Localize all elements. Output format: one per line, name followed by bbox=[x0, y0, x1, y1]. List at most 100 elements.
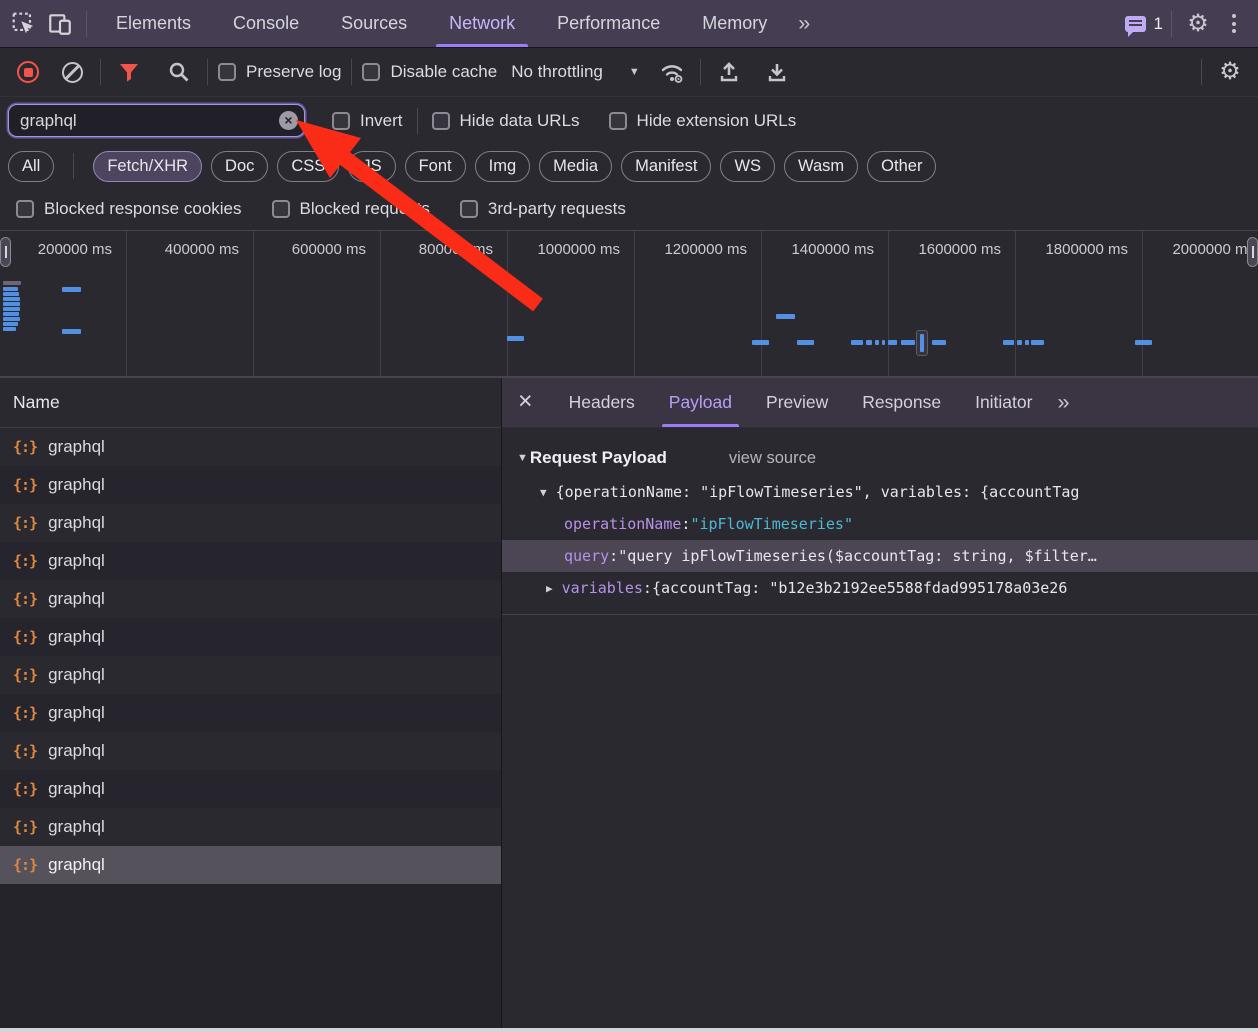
tab-initiator[interactable]: Initiator bbox=[958, 378, 1049, 427]
name-column-header[interactable]: Name bbox=[0, 378, 501, 428]
tab-memory[interactable]: Memory bbox=[681, 0, 788, 47]
chip-img[interactable]: Img bbox=[475, 151, 531, 182]
import-har-icon[interactable] bbox=[711, 54, 747, 90]
view-source-link[interactable]: view source bbox=[729, 449, 816, 468]
network-overview-timeline[interactable]: 200000 ms400000 ms600000 ms800000 ms1000… bbox=[0, 231, 1258, 378]
waterfall-bar[interactable] bbox=[1003, 340, 1014, 345]
record-network-log-button[interactable] bbox=[10, 54, 46, 90]
hide-data-urls-checkbox[interactable]: Hide data URLs bbox=[432, 111, 580, 131]
clear-filter-icon[interactable]: × bbox=[279, 111, 298, 130]
waterfall-bar[interactable] bbox=[920, 334, 924, 352]
clear-network-log-button[interactable] bbox=[54, 54, 90, 90]
tab-network[interactable]: Network bbox=[428, 0, 536, 47]
waterfall-bar[interactable] bbox=[1025, 340, 1029, 345]
network-filter-input[interactable] bbox=[8, 104, 305, 137]
waterfall-bar[interactable] bbox=[62, 287, 81, 292]
chip-manifest[interactable]: Manifest bbox=[621, 151, 711, 182]
throttling-select[interactable]: No throttling ▼ bbox=[511, 62, 640, 82]
tab-response[interactable]: Response bbox=[845, 378, 958, 427]
request-row[interactable]: {:}graphql bbox=[0, 428, 501, 466]
waterfall-bar[interactable] bbox=[851, 340, 863, 345]
device-toolbar-icon[interactable] bbox=[42, 6, 78, 42]
payload-row[interactable]: query: "query ipFlowTimeseries($accountT… bbox=[502, 540, 1258, 572]
filter-icon[interactable] bbox=[111, 54, 147, 90]
chip-js[interactable]: JS bbox=[348, 151, 395, 182]
waterfall-bar[interactable] bbox=[3, 322, 18, 326]
waterfall-bar[interactable] bbox=[1031, 340, 1044, 345]
waterfall-bar[interactable] bbox=[62, 329, 81, 334]
expand-triangle-icon[interactable]: ▶ bbox=[546, 582, 553, 595]
waterfall-bar[interactable] bbox=[932, 340, 946, 345]
waterfall-bar[interactable] bbox=[3, 281, 21, 285]
3rd-party-requests-checkbox[interactable]: 3rd-party requests bbox=[460, 199, 626, 219]
request-row[interactable]: {:}graphql bbox=[0, 846, 501, 884]
waterfall-bar[interactable] bbox=[776, 314, 795, 319]
waterfall-bar[interactable] bbox=[1135, 340, 1152, 345]
overflow-menu-icon[interactable] bbox=[1216, 6, 1252, 42]
waterfall-bar[interactable] bbox=[888, 340, 897, 345]
chip-all[interactable]: All bbox=[8, 151, 54, 182]
chip-doc[interactable]: Doc bbox=[211, 151, 268, 182]
inspect-element-icon[interactable] bbox=[6, 6, 42, 42]
waterfall-bar[interactable] bbox=[1017, 340, 1022, 345]
hide-extension-urls-checkbox[interactable]: Hide extension URLs bbox=[609, 111, 797, 131]
waterfall-bar[interactable] bbox=[507, 336, 524, 341]
request-row[interactable]: {:}graphql bbox=[0, 770, 501, 808]
collapse-triangle-icon[interactable]: ▼ bbox=[517, 452, 528, 464]
chip-media[interactable]: Media bbox=[539, 151, 612, 182]
waterfall-bar[interactable] bbox=[3, 317, 20, 321]
tab-performance[interactable]: Performance bbox=[536, 0, 681, 47]
chip-wasm[interactable]: Wasm bbox=[784, 151, 858, 182]
disable-cache-checkbox[interactable]: Disable cache bbox=[362, 62, 497, 82]
waterfall-bar[interactable] bbox=[901, 340, 915, 345]
issues-button[interactable]: 1 bbox=[1125, 6, 1163, 42]
request-row[interactable]: {:}graphql bbox=[0, 580, 501, 618]
request-row[interactable]: {:}graphql bbox=[0, 618, 501, 656]
preserve-log-checkbox[interactable]: Preserve log bbox=[218, 62, 341, 82]
request-row[interactable]: {:}graphql bbox=[0, 542, 501, 580]
chip-other[interactable]: Other bbox=[867, 151, 936, 182]
request-row[interactable]: {:}graphql bbox=[0, 694, 501, 732]
waterfall-bar[interactable] bbox=[797, 340, 814, 345]
waterfall-bar[interactable] bbox=[3, 312, 19, 316]
close-details-icon[interactable]: × bbox=[502, 387, 552, 419]
request-row[interactable]: {:}graphql bbox=[0, 466, 501, 504]
blocked-response-cookies-checkbox[interactable]: Blocked response cookies bbox=[16, 199, 242, 219]
tab-preview[interactable]: Preview bbox=[749, 378, 845, 427]
collapse-triangle-icon[interactable]: ▼ bbox=[540, 486, 547, 499]
tab-console[interactable]: Console bbox=[212, 0, 320, 47]
payload-row[interactable]: operationName: "ipFlowTimeseries" bbox=[502, 508, 1258, 540]
search-icon[interactable] bbox=[161, 54, 197, 90]
network-settings-gear-icon[interactable]: ⚙ bbox=[1212, 54, 1248, 90]
waterfall-bar[interactable] bbox=[875, 340, 879, 345]
tab-headers[interactable]: Headers bbox=[552, 378, 652, 427]
request-row[interactable]: {:}graphql bbox=[0, 504, 501, 542]
waterfall-bar[interactable] bbox=[882, 340, 885, 345]
waterfall-bar[interactable] bbox=[752, 340, 769, 345]
waterfall-bar[interactable] bbox=[3, 302, 20, 306]
waterfall-bar[interactable] bbox=[3, 292, 19, 296]
blocked-requests-checkbox[interactable]: Blocked requests bbox=[272, 199, 430, 219]
invert-checkbox[interactable]: Invert bbox=[332, 111, 403, 131]
chip-font[interactable]: Font bbox=[405, 151, 466, 182]
payload-row[interactable]: ▶variables: {accountTag: "b12e3b2192ee55… bbox=[502, 572, 1258, 604]
payload-preview-row[interactable]: ▼{operationName: "ipFlowTimeseries", var… bbox=[502, 476, 1258, 508]
request-row[interactable]: {:}graphql bbox=[0, 732, 501, 770]
waterfall-bar[interactable] bbox=[3, 307, 20, 311]
waterfall-bar[interactable] bbox=[3, 287, 18, 291]
network-conditions-icon[interactable] bbox=[654, 54, 690, 90]
tab-payload[interactable]: Payload bbox=[652, 378, 749, 427]
waterfall-bar[interactable] bbox=[866, 340, 872, 345]
details-more-tabs-icon[interactable]: ›› bbox=[1049, 391, 1075, 415]
tab-sources[interactable]: Sources bbox=[320, 0, 428, 47]
chip-ws[interactable]: WS bbox=[720, 151, 775, 182]
timeline-left-handle[interactable] bbox=[0, 237, 11, 267]
tab-elements[interactable]: Elements bbox=[95, 0, 212, 47]
chip-css[interactable]: CSS bbox=[277, 151, 339, 182]
request-row[interactable]: {:}graphql bbox=[0, 808, 501, 846]
waterfall-bar[interactable] bbox=[3, 327, 16, 331]
settings-gear-icon[interactable]: ⚙ bbox=[1180, 6, 1216, 42]
request-row[interactable]: {:}graphql bbox=[0, 656, 501, 694]
timeline-right-handle[interactable] bbox=[1247, 237, 1258, 267]
waterfall-bar[interactable] bbox=[3, 297, 20, 301]
